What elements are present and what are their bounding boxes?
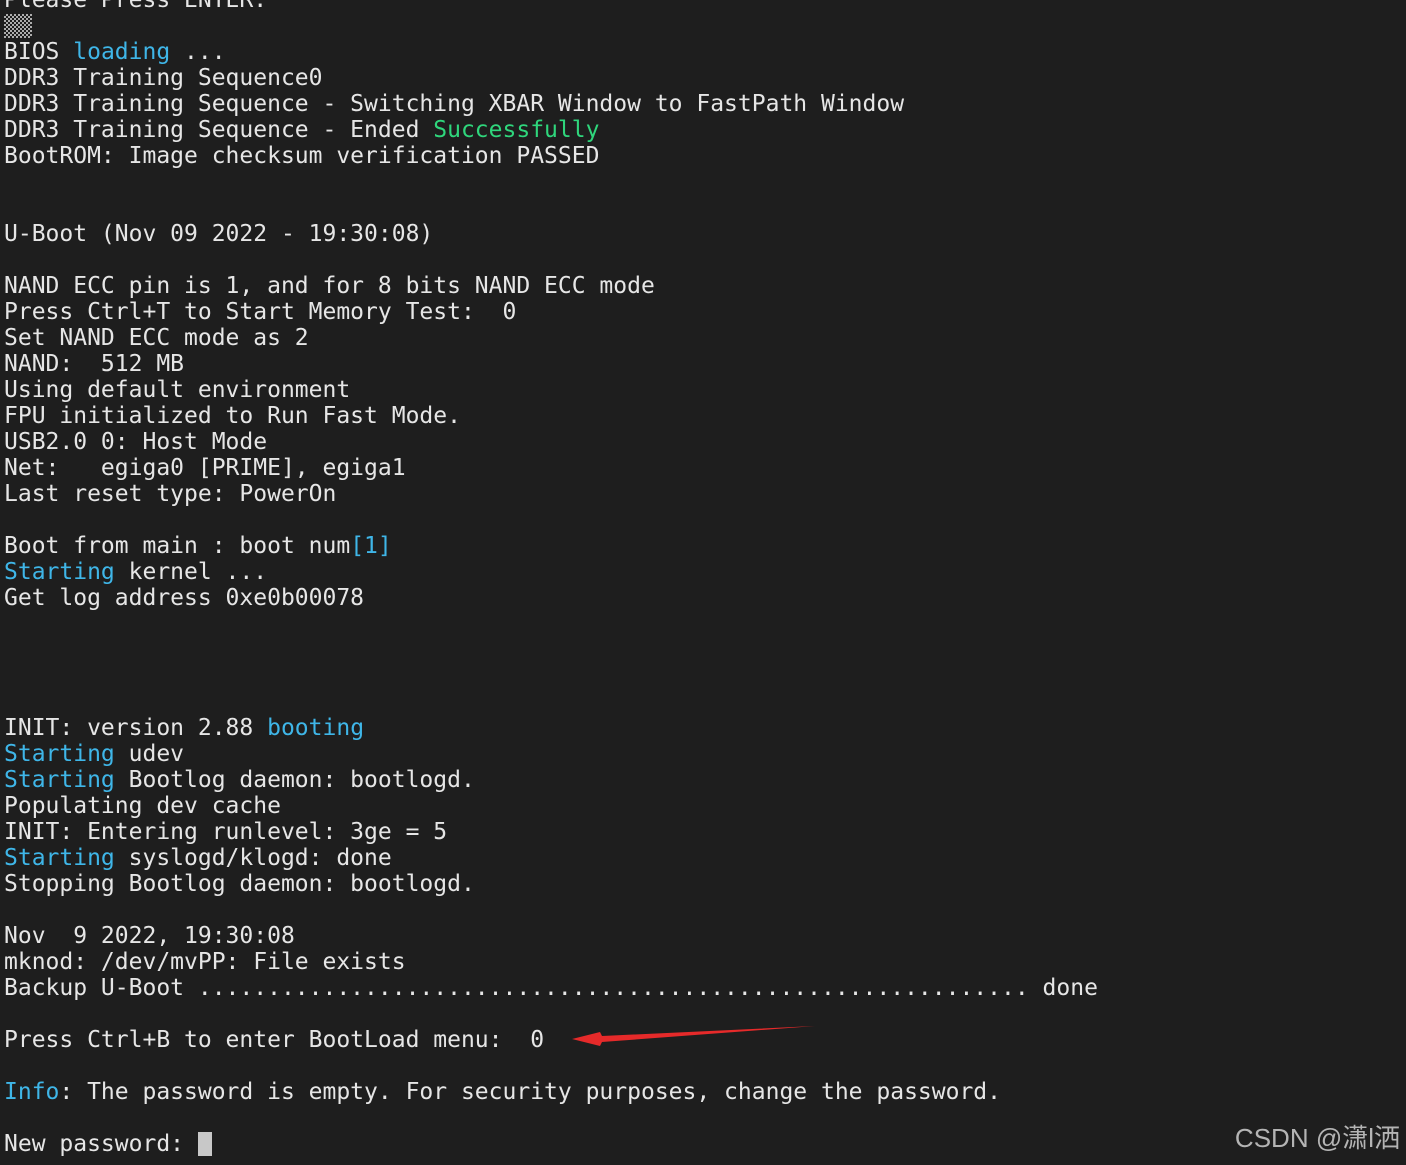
terminal-line: Starting Bootlog daemon: bootlogd. xyxy=(4,767,1406,793)
terminal-line: Please Press ENTER. xyxy=(4,0,1406,13)
terminal-text: Net: egiga0 [PRIME], egiga1 xyxy=(4,455,406,481)
terminal-line: Press Ctrl+T to Start Memory Test: 0 xyxy=(4,299,1406,325)
terminal-text: BootROM: Image checksum verification PAS… xyxy=(4,143,600,169)
terminal-line: BIOS loading ... xyxy=(4,39,1406,65)
terminal-text: USB2.0 0: Host Mode xyxy=(4,429,268,455)
terminal-text: udev xyxy=(114,741,185,767)
terminal-text: BIOS xyxy=(4,39,74,65)
terminal-text: Starting xyxy=(4,767,115,793)
terminal-text: Starting xyxy=(4,845,115,871)
terminal-line: Boot from main : boot num[1] xyxy=(4,533,1406,559)
terminal-text: booting xyxy=(267,715,365,741)
terminal-line: Set NAND ECC mode as 2 xyxy=(4,325,1406,351)
terminal-text: Stopping Bootlog daemon: bootlogd. xyxy=(4,871,475,897)
terminal-text: Please Press ENTER. xyxy=(4,0,268,13)
terminal-line: Get log address 0xe0b00078 xyxy=(4,585,1406,611)
terminal-line: Starting syslogd/klogd: done xyxy=(4,845,1406,871)
terminal-text: Get log address 0xe0b00078 xyxy=(4,585,365,611)
terminal-text: : The password is empty. For security pu… xyxy=(59,1079,1001,1105)
terminal-line: NAND ECC pin is 1, and for 8 bits NAND E… xyxy=(4,273,1406,299)
terminal-text: Successfully xyxy=(433,117,600,143)
terminal-text: Set NAND ECC mode as 2 xyxy=(4,325,309,351)
terminal-line xyxy=(4,13,1406,39)
terminal-text: NAND ECC pin is 1, and for 8 bits NAND E… xyxy=(4,273,655,299)
terminal-line: DDR3 Training Sequence0 xyxy=(4,65,1406,91)
terminal-line: USB2.0 0: Host Mode xyxy=(4,429,1406,455)
terminal-text: Backup U-Boot ..........................… xyxy=(4,975,1098,1001)
terminal-line: Info: The password is empty. For securit… xyxy=(4,1079,1406,1105)
terminal-text: FPU initialized to Run Fast Mode. xyxy=(4,403,461,429)
terminal-text: DDR3 Training Sequence - Ended xyxy=(4,117,434,143)
terminal-text: DDR3 Training Sequence - Switching XBAR … xyxy=(4,91,905,117)
terminal-line: Nov 9 2022, 19:30:08 xyxy=(4,923,1406,949)
terminal-text: Starting xyxy=(4,741,115,767)
terminal-line: Backup U-Boot ..........................… xyxy=(4,975,1406,1001)
terminal-line: Stopping Bootlog daemon: bootlogd. xyxy=(4,871,1406,897)
terminal-text: syslogd/klogd: done xyxy=(114,845,392,871)
terminal-line: INIT: Entering runlevel: 3ge = 5 xyxy=(4,819,1406,845)
terminal-text: Press Ctrl+T to Start Memory Test: 0 xyxy=(4,299,517,325)
terminal-text: loading xyxy=(73,39,171,65)
terminal-text: mknod: /dev/mvPP: File exists xyxy=(4,949,406,975)
terminal-text: Nov 9 2022, 19:30:08 xyxy=(4,923,295,949)
terminal-text: DDR3 Training Sequence0 xyxy=(4,65,323,91)
terminal-text: NAND: 512 MB xyxy=(4,351,185,377)
terminal-line: Using default environment xyxy=(4,377,1406,403)
terminal-line: mknod: /dev/mvPP: File exists xyxy=(4,949,1406,975)
terminal-text: [1] xyxy=(350,533,392,559)
terminal-text: Populating dev cache xyxy=(4,793,281,819)
terminal-text: INIT: version 2.88 xyxy=(4,715,268,741)
terminal-text: Using default environment xyxy=(4,377,351,403)
terminal-text: Boot from main : boot num xyxy=(4,533,351,559)
terminal-line: Last reset type: PowerOn xyxy=(4,481,1406,507)
terminal-text: Last reset type: PowerOn xyxy=(4,481,337,507)
terminal-line: Starting kernel ... xyxy=(4,559,1406,585)
terminal-text: kernel ... xyxy=(114,559,268,585)
terminal-text: U-Boot (Nov 09 2022 - 19:30:08) xyxy=(4,221,434,247)
password-prompt[interactable]: New password: xyxy=(4,1131,1406,1157)
password-input-cursor[interactable] xyxy=(197,1132,212,1156)
terminal-line: BootROM: Image checksum verification PAS… xyxy=(4,143,1406,169)
terminal-text: Press Ctrl+B to enter BootLoad menu: 0 xyxy=(4,1027,545,1053)
terminal-text: Bootlog daemon: bootlogd. xyxy=(114,767,475,793)
terminal-line: NAND: 512 MB xyxy=(4,351,1406,377)
terminal-text: Info xyxy=(4,1079,60,1105)
terminal-line: DDR3 Training Sequence - Switching XBAR … xyxy=(4,91,1406,117)
terminal-line: Starting udev xyxy=(4,741,1406,767)
terminal-text: ... xyxy=(170,39,226,65)
terminal-line: Populating dev cache xyxy=(4,793,1406,819)
terminal-line: U-Boot (Nov 09 2022 - 19:30:08) xyxy=(4,221,1406,247)
terminal-line: Net: egiga0 [PRIME], egiga1 xyxy=(4,455,1406,481)
terminal-line: DDR3 Training Sequence - Ended Successfu… xyxy=(4,117,1406,143)
terminal-output: Please Press ENTER. BIOS loading ... DDR3 … xyxy=(4,0,1406,1157)
terminal-text: New password: xyxy=(4,1131,198,1157)
csdn-watermark: CSDN @潇l洒 xyxy=(1234,1123,1400,1153)
terminal-line: INIT: version 2.88 booting xyxy=(4,715,1406,741)
terminal-text: Starting xyxy=(4,559,115,585)
block-glyph-icon xyxy=(4,14,32,38)
terminal-line: FPU initialized to Run Fast Mode. xyxy=(4,403,1406,429)
terminal-text: INIT: Entering runlevel: 3ge = 5 xyxy=(4,819,448,845)
red-arrow-icon xyxy=(572,1026,815,1046)
